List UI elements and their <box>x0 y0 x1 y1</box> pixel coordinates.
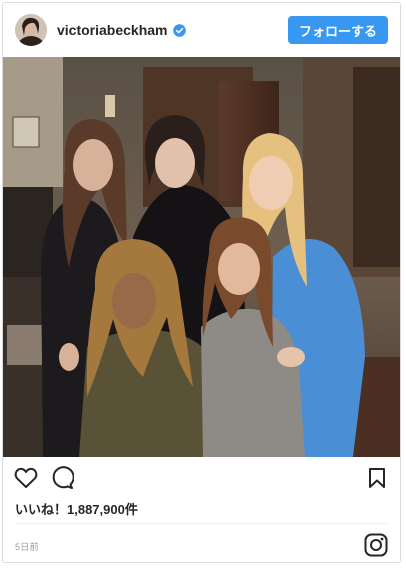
divider <box>15 523 388 524</box>
username[interactable]: victoriabeckham <box>57 22 168 38</box>
instagram-embed-card: victoriabeckham フォローする いいね！1,887,900件 5日… <box>2 2 401 563</box>
follow-button[interactable]: フォローする <box>287 16 388 44</box>
bookmark-icon[interactable] <box>364 465 390 491</box>
verified-badge-icon <box>172 23 186 37</box>
likes-count[interactable]: いいね！1,887,900件 <box>15 499 138 518</box>
username-wrap: victoriabeckham <box>57 22 288 38</box>
comment-icon[interactable] <box>49 465 75 491</box>
heart-icon[interactable] <box>13 465 39 491</box>
avatar-image <box>15 14 47 46</box>
post-timestamp[interactable]: 5日前 <box>15 540 39 553</box>
post-header: victoriabeckham フォローする <box>3 3 400 57</box>
action-bar <box>3 457 400 499</box>
post-photo[interactable] <box>3 57 400 457</box>
group-photo-image <box>3 57 400 457</box>
avatar[interactable] <box>15 14 47 46</box>
instagram-icon[interactable] <box>364 533 388 557</box>
